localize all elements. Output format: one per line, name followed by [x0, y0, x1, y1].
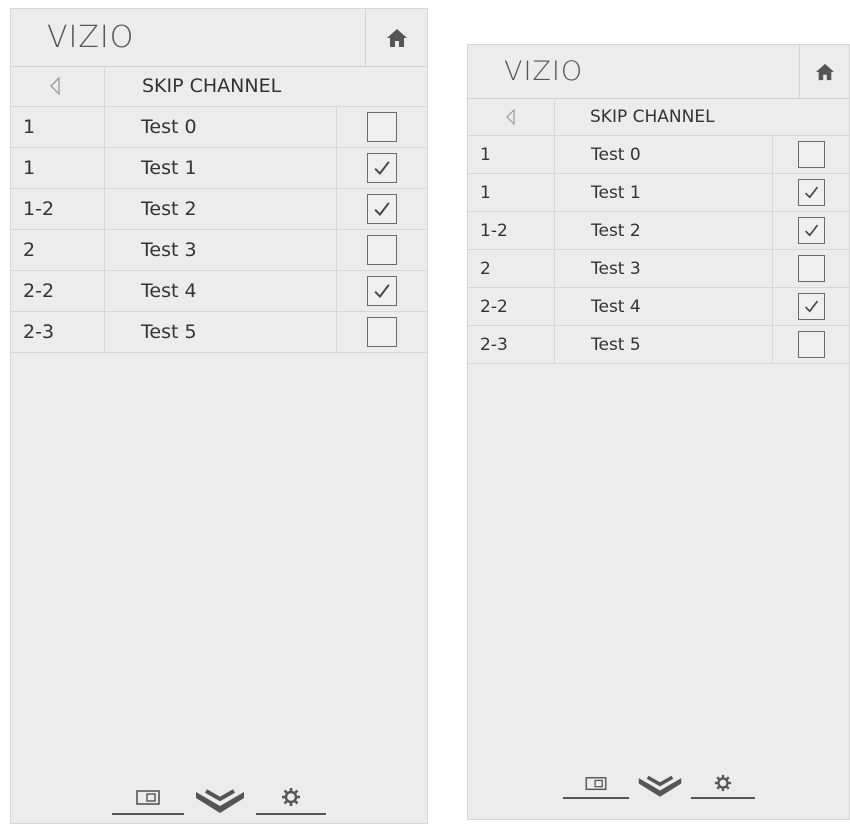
channel-number: 2: [11, 230, 105, 270]
channel-name: Test 0: [555, 136, 773, 173]
title-row: SKIP CHANNEL: [11, 66, 427, 107]
skip-checkbox[interactable]: [797, 255, 825, 282]
channel-name: Test 5: [555, 326, 773, 363]
skip-checkbox[interactable]: [367, 112, 397, 142]
channel-row[interactable]: 1 Test 1: [468, 174, 849, 212]
menu-title: SKIP CHANNEL: [142, 75, 282, 97]
skip-checkbox-cell: [337, 271, 427, 311]
skip-checkbox-cell: [773, 250, 849, 287]
skip-checkbox[interactable]: [797, 141, 825, 168]
skip-checkbox[interactable]: [797, 179, 825, 206]
vizio-v-icon: [638, 775, 681, 797]
channel-name: Test 2: [105, 189, 337, 229]
channel-row[interactable]: 2 Test 3: [11, 230, 427, 271]
channel-number: 1-2: [11, 189, 105, 229]
vizio-logo: VIZIO: [504, 56, 584, 87]
menu-header: VIZIO: [468, 45, 849, 99]
skip-checkbox-cell: [337, 189, 427, 229]
home-button[interactable]: [799, 45, 849, 98]
skip-checkbox[interactable]: [797, 217, 825, 244]
settings-button[interactable]: [256, 787, 326, 815]
channel-number: 1: [11, 107, 105, 147]
skip-checkbox-cell: [773, 174, 849, 211]
channel-name: Test 1: [555, 174, 773, 211]
channel-number: 2-3: [468, 326, 555, 363]
home-button[interactable]: [365, 9, 427, 66]
skip-checkbox-cell: [337, 148, 427, 188]
channel-name: Test 1: [105, 148, 337, 188]
input-icon: [585, 777, 606, 791]
title-row: SKIP CHANNEL: [468, 98, 849, 136]
skip-checkbox-cell: [337, 312, 427, 352]
channel-row[interactable]: 2-3 Test 5: [11, 312, 427, 353]
checkmark-icon: [804, 300, 818, 313]
skip-checkbox[interactable]: [367, 276, 397, 306]
checkmark-icon: [374, 284, 390, 298]
skip-checkbox[interactable]: [367, 235, 397, 265]
channel-number: 1-2: [468, 212, 555, 249]
channel-row[interactable]: 2 Test 3: [468, 250, 849, 288]
skip-checkbox-cell: [773, 136, 849, 173]
tv-menu-panel-large: VIZIO SKIP CHANNEL 1 Test 0 1 Test 1 1-2 Test…: [10, 8, 428, 824]
menu-title: SKIP CHANNEL: [590, 106, 715, 127]
back-arrow-icon: [50, 77, 60, 95]
channel-number: 2-2: [468, 288, 555, 325]
skip-checkbox-cell: [773, 288, 849, 325]
checkmark-icon: [374, 161, 390, 175]
channel-number: 2-3: [11, 312, 105, 352]
channel-row[interactable]: 1-2 Test 2: [11, 189, 427, 230]
back-button[interactable]: [468, 98, 555, 135]
skip-checkbox-cell: [773, 212, 849, 249]
skip-checkbox-cell: [337, 230, 427, 270]
channel-number: 1: [468, 174, 555, 211]
skip-checkbox[interactable]: [367, 317, 397, 347]
channel-row[interactable]: 1 Test 0: [11, 107, 427, 148]
skip-checkbox[interactable]: [367, 153, 397, 183]
input-icon: [136, 790, 160, 805]
channel-row[interactable]: 2-2 Test 4: [11, 271, 427, 312]
channel-row[interactable]: 1 Test 0: [468, 136, 849, 174]
menu-footer: [468, 763, 849, 799]
channel-number: 1: [11, 148, 105, 188]
tv-menu-panel-small: VIZIO SKIP CHANNEL 1 Test 0 1 Test 1 1-2 Test…: [467, 44, 850, 820]
home-icon: [386, 28, 407, 47]
channel-name: Test 4: [555, 288, 773, 325]
input-button[interactable]: [112, 789, 184, 815]
vizio-logo: VIZIO: [47, 20, 135, 55]
channel-name: Test 3: [555, 250, 773, 287]
channel-row[interactable]: 1-2 Test 2: [468, 212, 849, 250]
settings-button[interactable]: [690, 774, 755, 799]
skip-checkbox-cell: [773, 326, 849, 363]
channel-name: Test 2: [555, 212, 773, 249]
vizio-v-button[interactable]: [637, 775, 683, 799]
menu-footer: [11, 779, 427, 815]
channel-row[interactable]: 1 Test 1: [11, 148, 427, 189]
input-button[interactable]: [562, 776, 629, 799]
channel-name: Test 3: [105, 230, 337, 270]
vizio-v-button[interactable]: [194, 789, 246, 815]
back-button[interactable]: [11, 66, 105, 106]
skip-checkbox[interactable]: [797, 331, 825, 358]
channel-row[interactable]: 2-2 Test 4: [468, 288, 849, 326]
channel-number: 2: [468, 250, 555, 287]
back-arrow-icon: [506, 108, 515, 125]
channel-number: 1: [468, 136, 555, 173]
settings-gear-icon: [282, 788, 300, 806]
skip-checkbox-cell: [337, 107, 427, 147]
menu-header: VIZIO: [11, 9, 427, 67]
channel-number: 2-2: [11, 271, 105, 311]
checkmark-icon: [804, 186, 818, 199]
skip-checkbox[interactable]: [797, 293, 825, 320]
channel-row[interactable]: 2-3 Test 5: [468, 326, 849, 364]
checkmark-icon: [374, 202, 390, 216]
vizio-v-icon: [196, 789, 244, 813]
checkmark-icon: [804, 224, 818, 237]
home-icon: [815, 63, 834, 80]
settings-gear-icon: [714, 774, 731, 792]
channel-name: Test 0: [105, 107, 337, 147]
channel-name: Test 4: [105, 271, 337, 311]
skip-checkbox[interactable]: [367, 194, 397, 224]
channel-name: Test 5: [105, 312, 337, 352]
